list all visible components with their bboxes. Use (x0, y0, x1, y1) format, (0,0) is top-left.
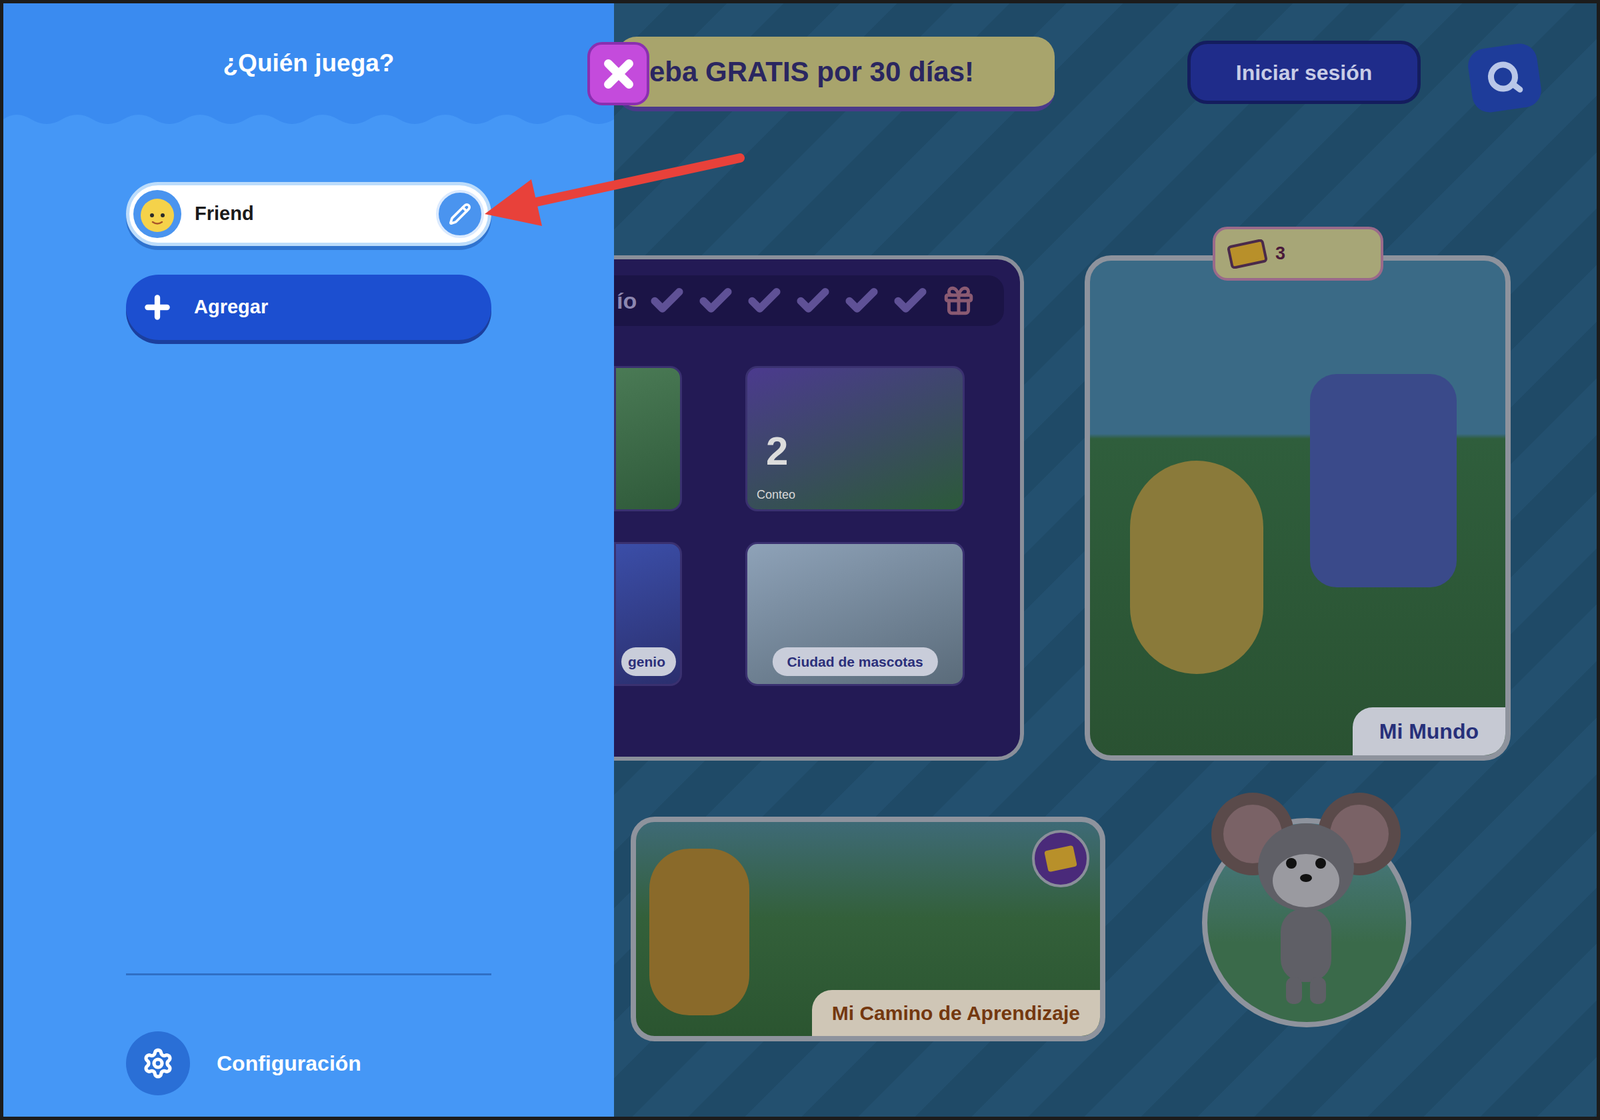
my-world-label: Mi Mundo (1352, 707, 1506, 756)
login-button[interactable]: Iniciar sesión (1187, 40, 1421, 104)
learning-path-label: Mi Camino de Aprendizaje (812, 990, 1100, 1036)
search-icon (1484, 58, 1526, 99)
tile-label: Conteo (756, 486, 796, 504)
challenge-card: ío 2 Conteo genio Ciudad de mascotas (614, 255, 1024, 761)
profile-row[interactable]: Friend (126, 182, 492, 246)
avatar-icon (132, 188, 183, 240)
check-icon (892, 282, 929, 320)
world-scene (1310, 374, 1457, 588)
sidebar-header: ¿Quién juega? (3, 3, 614, 110)
ticket-badge (1032, 830, 1090, 888)
add-profile-button[interactable]: Agregar (126, 274, 492, 340)
promo-banner[interactable]: eba GRATIS por 30 días! (616, 36, 1055, 112)
check-icon (843, 282, 880, 320)
my-world-card[interactable]: Mi Mundo (1084, 255, 1511, 761)
pencil-icon (448, 202, 472, 226)
gift-icon (942, 284, 976, 318)
ticket-counter: 3 (1212, 226, 1384, 281)
tile-label: genio (621, 647, 676, 677)
app-screen: ¿Quién juega? Friend Agregar Configuración I… (0, 0, 1600, 1120)
tile-number: 2 (766, 431, 788, 472)
annotation-arrow-icon (3, 3, 1600, 1120)
game-tile[interactable]: genio (614, 542, 682, 686)
ticket-icon (1227, 239, 1268, 269)
home-screen: Iniciar sesión ío 2 Conteo genio Ciudad de ma… (614, 3, 1597, 1117)
settings-label: Configuración (216, 1047, 362, 1080)
sidebar-title: ¿Quién juega? (223, 44, 395, 82)
profile-name: Friend (194, 199, 424, 229)
promo-text: eba GRATIS por 30 días! (649, 50, 974, 93)
check-icon (648, 282, 686, 320)
sidebar-divider (126, 973, 492, 976)
close-banner-button[interactable] (587, 42, 650, 106)
game-tile[interactable]: Ciudad de mascotas (745, 542, 965, 686)
check-icon (746, 282, 783, 320)
ticket-count: 3 (1275, 240, 1286, 268)
check-icon (697, 282, 734, 320)
game-tile[interactable] (614, 366, 682, 512)
challenge-title: ío (616, 284, 637, 318)
edit-profile-button[interactable] (436, 190, 484, 238)
wave-decoration (3, 110, 614, 130)
game-tile[interactable]: 2 Conteo (745, 366, 965, 512)
close-icon (598, 53, 640, 95)
gear-icon (142, 1047, 174, 1080)
profile-sidebar: ¿Quién juega? Friend Agregar Configuración (3, 3, 614, 1117)
learning-path-card[interactable]: Mi Camino de Aprendizaje (630, 816, 1106, 1042)
tile-label: Ciudad de mascotas (772, 647, 938, 677)
settings-row[interactable]: Configuración (126, 1031, 492, 1096)
check-icon (794, 282, 832, 320)
search-button[interactable] (1466, 41, 1544, 115)
mouse-mascot-icon (1206, 780, 1406, 1028)
path-scene (649, 848, 750, 1016)
plus-icon (140, 290, 174, 324)
add-profile-label: Agregar (194, 292, 268, 322)
challenge-header: ío (614, 275, 1004, 326)
world-scene (1130, 460, 1264, 674)
